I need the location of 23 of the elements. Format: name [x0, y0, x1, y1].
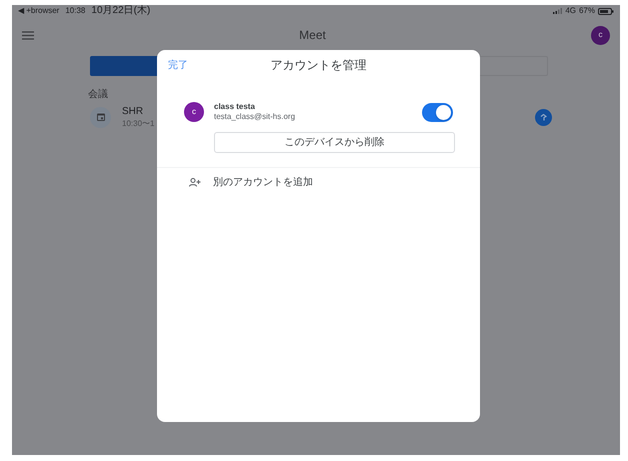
account-email: testa_class@sit-hs.org	[214, 112, 296, 122]
remove-from-device-button[interactable]: このデバイスから削除	[214, 132, 455, 153]
calendar-icon	[90, 106, 111, 128]
account-name: class testa	[214, 102, 256, 112]
account-avatar: c	[184, 102, 204, 122]
signal-icon	[553, 8, 562, 14]
add-account-item[interactable]: 別のアカウントを追加	[157, 168, 480, 196]
date: 10月22日(木)	[91, 6, 150, 16]
battery-level: 67%	[578, 7, 595, 15]
account-avatar[interactable]: c	[591, 26, 610, 44]
battery-icon	[598, 8, 614, 14]
join-meeting-icon[interactable]	[535, 108, 552, 126]
clock: 10:38	[65, 7, 86, 15]
back-to-app-link[interactable]: ◀ +browser	[18, 7, 60, 15]
section-label: 会議	[88, 90, 109, 100]
account-toggle[interactable]	[422, 102, 453, 122]
network-type: 4G	[565, 7, 576, 15]
meeting-title: SHR	[122, 106, 144, 118]
add-person-icon	[189, 178, 201, 186]
menu-icon[interactable]	[22, 30, 34, 40]
meeting-time: 10:30〜1	[122, 118, 154, 128]
dialog-title: アカウントを管理	[270, 57, 366, 74]
app-title: Meet	[299, 27, 326, 44]
